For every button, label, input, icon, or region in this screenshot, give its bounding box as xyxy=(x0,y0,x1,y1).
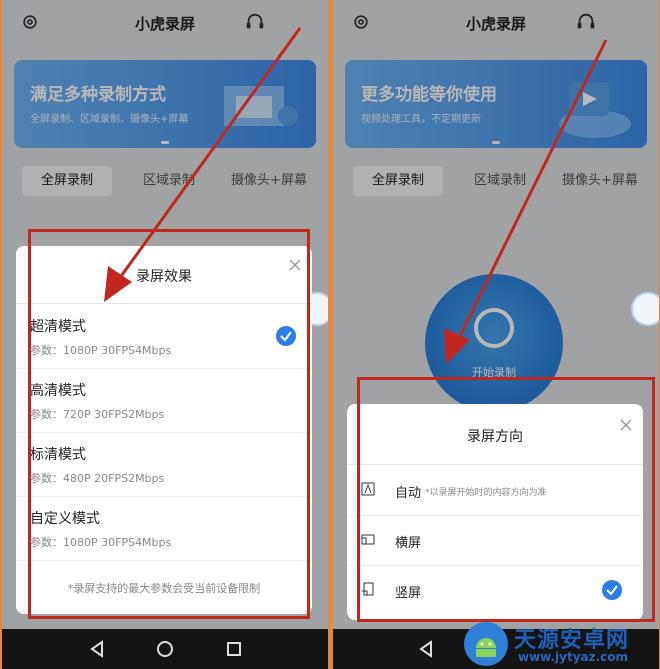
arrow-head-right-icon xyxy=(444,328,470,364)
android-logo-icon xyxy=(464,622,508,666)
site-watermark: 天源安卓网 www.jytyaz.com xyxy=(462,618,660,669)
arrow-head-left-icon xyxy=(104,266,132,302)
watermark-url: www.jytyaz.com xyxy=(518,650,629,664)
annotation-arrows xyxy=(104,27,608,364)
